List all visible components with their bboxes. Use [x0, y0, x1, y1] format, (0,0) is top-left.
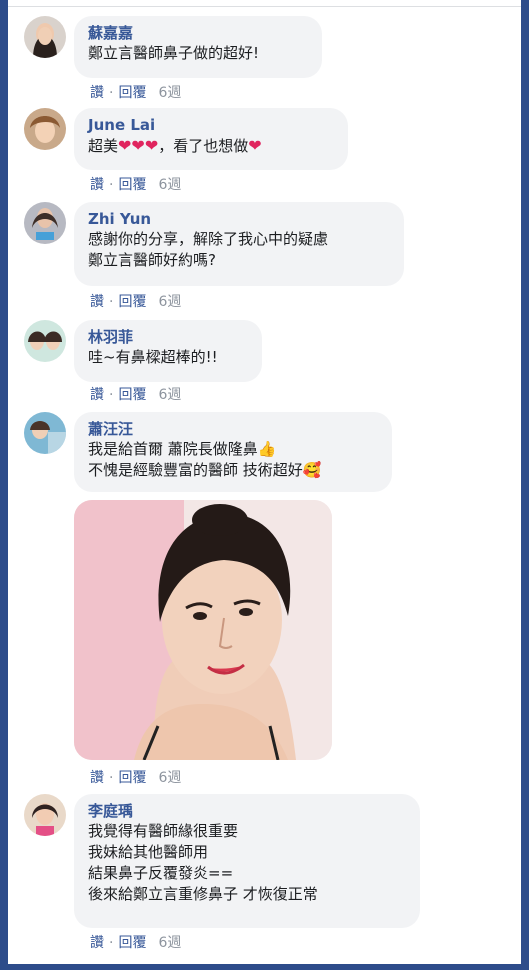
- reply-link[interactable]: 回覆: [118, 177, 146, 193]
- comment-actions: 讚 · 回覆 6週: [90, 769, 181, 787]
- comment-text-part: 超美: [88, 137, 119, 155]
- avatar[interactable]: [24, 794, 66, 836]
- comment-bubble: 林羽菲 哇~有鼻樑超棒的!!: [74, 320, 262, 382]
- comment-bubble: 蕭汪汪 我是給首爾 蕭院長做隆鼻👍 不愧是經驗豐富的醫師 技術超好🥰: [74, 412, 392, 492]
- reply-link[interactable]: 回覆: [118, 770, 146, 786]
- comment-bubble: 蘇嘉嘉 鄭立言醫師鼻子做的超好!: [74, 16, 322, 78]
- separator-dot: ·: [109, 294, 114, 310]
- avatar[interactable]: [24, 108, 66, 150]
- timestamp[interactable]: 6週: [158, 177, 181, 193]
- avatar[interactable]: [24, 412, 66, 454]
- smiling-hearts-emoji-icon: 🥰: [302, 461, 322, 479]
- comment-text: 不愧是經驗豐富的醫師 技術超好🥰: [88, 460, 378, 481]
- avatar[interactable]: [24, 202, 66, 244]
- comment-actions: 讚 · 回覆 6週: [90, 293, 181, 311]
- comment-bubble: June Lai 超美❤❤❤，看了也想做❤: [74, 108, 348, 170]
- comment-text: 我覺得有醫師緣很重要: [88, 822, 239, 840]
- separator-dot: ·: [109, 387, 114, 403]
- comment-text: 鄭立言醫師鼻子做的超好!: [88, 44, 260, 62]
- comment-text-part: 不愧是經驗豐富的醫師 技術超好: [88, 461, 303, 479]
- thumbs-up-emoji-icon: 👍: [257, 440, 277, 458]
- comment-text: 鄭立言醫師好約嗎?: [88, 251, 216, 269]
- comment-actions: 讚 · 回覆 6週: [90, 176, 181, 194]
- attached-photo[interactable]: [74, 500, 332, 760]
- comment-text-part: ，看了也想做: [158, 137, 249, 155]
- timestamp[interactable]: 6週: [158, 935, 181, 951]
- timestamp[interactable]: 6週: [158, 85, 181, 101]
- like-link[interactable]: 讚: [90, 387, 104, 403]
- like-link[interactable]: 讚: [90, 177, 104, 193]
- comment-bubble: Zhi Yun 感謝你的分享，解除了我心中的疑慮 鄭立言醫師好約嗎?: [74, 202, 404, 286]
- comment-bubble: 李庭瑀 我覺得有醫師緣很重要 我妹給其他醫師用 結果鼻子反覆發炎== 後來給鄭立…: [74, 794, 420, 928]
- comment-text: 哇~有鼻樑超棒的!!: [88, 348, 218, 366]
- comment-author[interactable]: 蕭汪汪: [88, 419, 378, 439]
- like-link[interactable]: 讚: [90, 770, 104, 786]
- comment-text: 我是給首爾 蕭院長做隆鼻👍: [88, 439, 378, 460]
- portrait-image: [74, 500, 332, 760]
- timestamp[interactable]: 6週: [158, 770, 181, 786]
- reply-link[interactable]: 回覆: [118, 85, 146, 101]
- comment-thread: 蘇嘉嘉 鄭立言醫師鼻子做的超好! 讚 · 回覆 6週 June Lai 超美❤❤❤，看…: [8, 0, 521, 964]
- divider: [8, 6, 521, 7]
- separator-dot: ·: [109, 770, 114, 786]
- comment-text: 我妹給其他醫師用: [88, 843, 209, 861]
- like-link[interactable]: 讚: [90, 294, 104, 310]
- comment-text: 結果鼻子反覆發炎==: [88, 864, 234, 882]
- heart-emoji-icon: ❤❤❤: [118, 136, 159, 155]
- comment-author[interactable]: June Lai: [88, 115, 334, 135]
- comment-text: 感謝你的分享，解除了我心中的疑慮: [88, 230, 329, 248]
- comment-actions: 讚 · 回覆 6週: [90, 934, 181, 952]
- timestamp[interactable]: 6週: [158, 387, 181, 403]
- comment-actions: 讚 · 回覆 6週: [90, 84, 181, 102]
- comment-author[interactable]: 林羽菲: [88, 327, 248, 347]
- comment-text-part: 我是給首爾 蕭院長做隆鼻: [88, 440, 258, 458]
- comment-author[interactable]: 蘇嘉嘉: [88, 23, 308, 43]
- comment-author[interactable]: 李庭瑀: [88, 801, 406, 821]
- timestamp[interactable]: 6週: [158, 294, 181, 310]
- heart-emoji-icon: ❤: [248, 136, 262, 155]
- reply-link[interactable]: 回覆: [118, 935, 146, 951]
- reply-link[interactable]: 回覆: [118, 294, 146, 310]
- avatar[interactable]: [24, 16, 66, 58]
- separator-dot: ·: [109, 85, 114, 101]
- like-link[interactable]: 讚: [90, 85, 104, 101]
- comment-author[interactable]: Zhi Yun: [88, 209, 390, 229]
- reply-link[interactable]: 回覆: [118, 387, 146, 403]
- like-link[interactable]: 讚: [90, 935, 104, 951]
- avatar[interactable]: [24, 320, 66, 362]
- separator-dot: ·: [109, 177, 114, 193]
- comment-text: 超美❤❤❤，看了也想做❤: [88, 135, 334, 157]
- separator-dot: ·: [109, 935, 114, 951]
- comment-actions: 讚 · 回覆 6週: [90, 386, 181, 404]
- comment-text: 後來給鄭立言重修鼻子 才恢復正常: [88, 885, 318, 903]
